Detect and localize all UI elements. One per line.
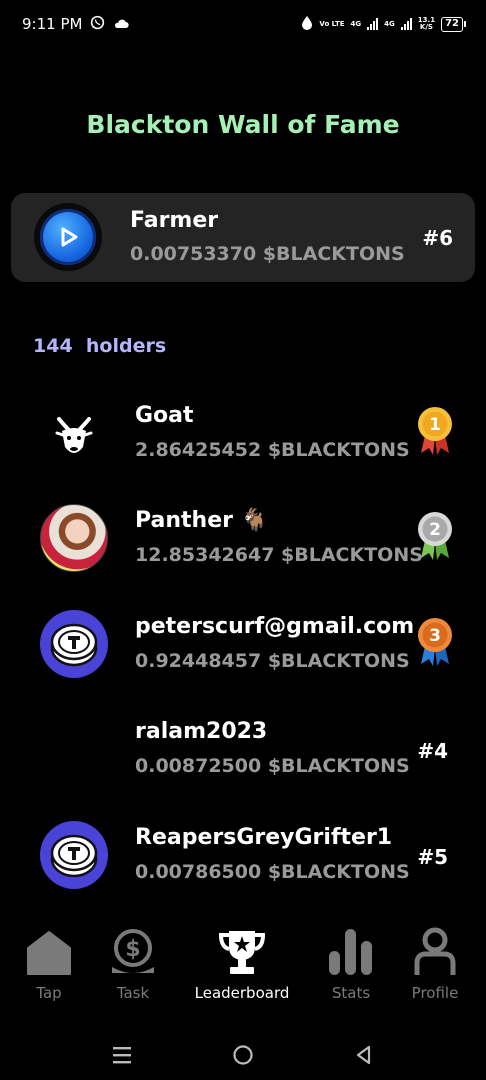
nav-task-label: Task	[116, 984, 150, 1002]
nav-task[interactable]: $ Task	[85, 926, 181, 1002]
nav-stats[interactable]: Stats	[303, 926, 399, 1002]
status-bar-left: 9:11 PM	[22, 15, 130, 34]
goat-avatar	[40, 403, 108, 471]
play-coin-icon	[40, 209, 96, 265]
cloud-icon	[113, 15, 130, 33]
battery-icon: 72	[441, 16, 466, 32]
leaderboard-row[interactable]: peterscurf@gmail.com 0.92448457 $BLACKTO…	[0, 610, 486, 694]
nav-stats-label: Stats	[331, 984, 371, 1002]
player-balance: 0.00786500 $BLACKTONS	[135, 861, 410, 883]
dollar-coin-icon: $	[103, 926, 163, 978]
holders-number: 144	[33, 335, 73, 357]
signal-icon	[367, 18, 379, 30]
status-bar-right: Vo LTE 4G 4G 13.1 K/S 72	[301, 15, 466, 33]
svg-text:2: 2	[429, 520, 441, 540]
player-balance: 2.86425452 $BLACKTONS	[135, 439, 410, 461]
signal-icon-2	[400, 18, 412, 30]
current-user-name: Farmer	[130, 208, 219, 233]
nav-leaderboard-label: Leaderboard	[194, 984, 290, 1002]
coin-avatar	[40, 821, 108, 889]
svg-text:1: 1	[429, 415, 441, 435]
player-name: peterscurf@gmail.com	[135, 614, 415, 639]
current-user-balance: 0.00753370 $BLACKTONS	[130, 243, 405, 265]
player-rank: #5	[417, 845, 448, 869]
gold-medal-icon: 1	[416, 405, 454, 455]
player-rank: #4	[417, 739, 448, 763]
current-user-card: Farmer 0.00753370 $BLACKTONS #6	[11, 193, 475, 282]
holders-count: 144 holders	[33, 335, 166, 357]
bar-chart-icon	[321, 926, 381, 978]
person-icon	[405, 926, 465, 978]
silver-medal-icon: 2	[416, 510, 454, 560]
status-bar: 9:11 PM Vo LTE 4G 4G 13.1 K/S 72	[0, 0, 486, 48]
page-title: Blackton Wall of Fame	[86, 110, 400, 139]
leaderboard-row[interactable]: ralam2023 0.00872500 $BLACKTONS #4	[0, 719, 486, 799]
volte-indicator: Vo LTE	[319, 19, 345, 28]
whatsapp-icon	[90, 15, 105, 34]
player-name: Panther 🐐	[135, 508, 269, 533]
status-time: 9:11 PM	[22, 15, 83, 33]
bronze-medal-icon: 3	[416, 616, 454, 666]
system-navigation-bar	[0, 1030, 486, 1076]
current-user-rank: #6	[422, 226, 453, 250]
player-name: ReapersGreyGrifter1	[135, 825, 393, 850]
nav-profile[interactable]: Profile	[387, 926, 483, 1002]
leaderboard-row[interactable]: Goat 2.86425452 $BLACKTONS 1	[0, 403, 486, 483]
player-name: Goat	[135, 403, 194, 428]
back-icon[interactable]	[349, 1040, 379, 1070]
bottom-navigation: Tap $ Task Leaderboard Stats Profile	[0, 918, 486, 1010]
leaderboard-row[interactable]: Panther 🐐 12.85342647 $BLACKTONS 2	[0, 504, 486, 588]
net2-label: 4G	[384, 19, 395, 28]
nav-tap[interactable]: Tap	[1, 926, 97, 1002]
player-name: ralam2023	[135, 719, 268, 744]
leaderboard-row[interactable]: ReapersGreyGrifter1 0.00786500 $BLACKTON…	[0, 821, 486, 905]
photo-avatar	[40, 504, 108, 572]
svg-text:$: $	[125, 937, 140, 962]
player-balance: 0.00872500 $BLACKTONS	[135, 755, 410, 777]
home-icon	[19, 926, 79, 978]
trophy-icon	[212, 926, 272, 978]
current-user-avatar	[34, 203, 102, 271]
player-balance: 0.92448457 $BLACKTONS	[135, 650, 410, 672]
network-speed: 13.1 K/S	[417, 16, 436, 31]
nav-profile-label: Profile	[411, 984, 459, 1002]
player-balance: 12.85342647 $BLACKTONS	[135, 544, 423, 566]
svg-text:3: 3	[429, 626, 441, 646]
recent-apps-icon[interactable]	[107, 1040, 137, 1070]
nav-leaderboard[interactable]: Leaderboard	[194, 926, 290, 1002]
net1-label: 4G	[350, 19, 362, 28]
home-button-icon[interactable]	[228, 1040, 258, 1070]
coin-avatar	[40, 610, 108, 678]
holders-label: holders	[85, 335, 167, 357]
data-saver-icon	[301, 15, 313, 33]
nav-tap-label: Tap	[36, 984, 62, 1002]
